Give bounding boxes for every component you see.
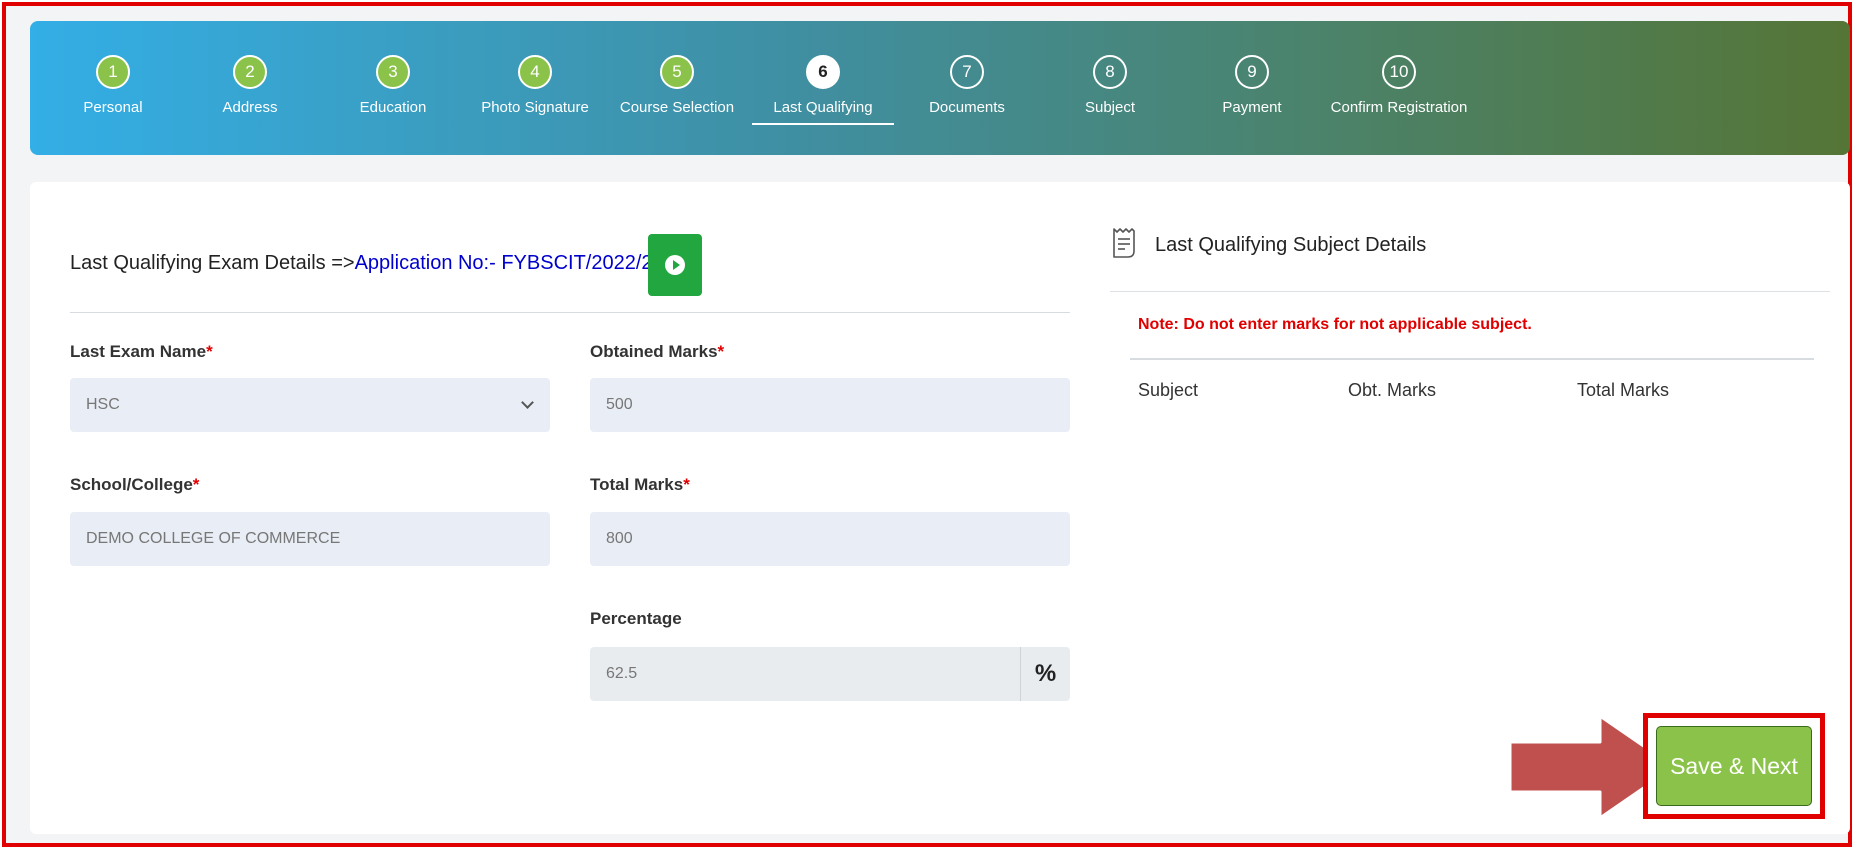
receipt-icon — [1113, 228, 1135, 258]
step-label: Documents — [929, 99, 1005, 116]
step-number: 10 — [1382, 55, 1416, 89]
step-number: 2 — [233, 55, 267, 89]
step-course-selection[interactable]: 5 Course Selection — [602, 55, 752, 116]
label-text: Last Exam Name — [70, 342, 207, 361]
step-payment[interactable]: 9 Payment — [1177, 55, 1327, 116]
application-number: Application No:- FYBSCIT/2022/23/1 — [354, 252, 681, 274]
step-number: 1 — [96, 55, 130, 89]
obtained-marks-input[interactable]: 500 — [590, 378, 1070, 432]
subject-section-title: Last Qualifying Subject Details — [1155, 234, 1427, 256]
label-text: Percentage — [590, 609, 682, 628]
step-subject[interactable]: 8 Subject — [1035, 55, 1185, 116]
active-step-underline — [752, 123, 894, 125]
column-header-obt-marks: Obt. Marks — [1348, 380, 1437, 400]
input-value: 800 — [606, 530, 633, 547]
step-label: Course Selection — [619, 99, 735, 116]
exam-section-heading: Last Qualifying Exam Details => — [70, 252, 355, 274]
save-and-next-button[interactable]: Save & Next — [1656, 726, 1812, 806]
total-marks-label: Total Marks* — [590, 475, 690, 495]
percentage-input: 62.5 % — [590, 647, 1070, 701]
page-frame: 1 Personal 2 Address 3 Education 4 Photo… — [2, 2, 1852, 847]
step-label: Payment — [1222, 99, 1282, 116]
step-label: Education — [359, 99, 427, 116]
label-text: School/College — [70, 475, 193, 494]
total-marks-input[interactable]: 800 — [590, 512, 1070, 566]
step-education[interactable]: 3 Education — [318, 55, 468, 116]
school-college-label: School/College* — [70, 475, 199, 495]
step-documents[interactable]: 7 Documents — [892, 55, 1042, 116]
step-label: Personal — [83, 99, 143, 116]
step-label: Subject — [1084, 99, 1136, 116]
last-exam-name-label: Last Exam Name* — [70, 342, 213, 362]
school-college-input[interactable]: DEMO COLLEGE OF COMMERCE — [70, 512, 550, 566]
step-number: 4 — [518, 55, 552, 89]
step-label: Address — [222, 99, 278, 116]
divider — [70, 312, 1070, 313]
required-asterisk: * — [683, 475, 690, 494]
step-number: 5 — [660, 55, 694, 89]
column-header-total-marks: Total Marks — [1577, 380, 1670, 400]
step-number: 8 — [1093, 55, 1127, 89]
step-label: Photo Signature — [481, 99, 589, 116]
percentage-label: Percentage — [590, 609, 682, 629]
step-confirm-registration[interactable]: 10 Confirm Registration — [1324, 55, 1474, 116]
registration-stepper: 1 Personal 2 Address 3 Education 4 Photo… — [30, 21, 1850, 155]
input-value: 500 — [606, 396, 633, 413]
step-last-qualifying[interactable]: 6 Last Qualifying — [748, 55, 898, 125]
step-number: 3 — [376, 55, 410, 89]
step-address[interactable]: 2 Address — [175, 55, 325, 116]
save-button-highlight: Save & Next — [1643, 713, 1825, 819]
column-header-subject: Subject — [1138, 380, 1199, 400]
percent-addon: % — [1020, 647, 1070, 701]
divider — [1130, 358, 1814, 360]
step-personal[interactable]: 1 Personal — [38, 55, 188, 116]
last-exam-name-select[interactable]: HSC — [70, 378, 550, 432]
percentage-value: 62.5 — [606, 665, 638, 682]
label-text: Total Marks — [590, 475, 684, 494]
label-text: Obtained Marks — [590, 342, 718, 361]
divider — [1110, 291, 1830, 292]
select-value: HSC — [86, 396, 120, 413]
obtained-marks-label: Obtained Marks* — [590, 342, 724, 362]
required-asterisk: * — [206, 342, 213, 361]
play-circle-icon — [665, 255, 685, 275]
required-asterisk: * — [192, 475, 200, 494]
step-number: 7 — [950, 55, 984, 89]
step-label: Confirm Registration — [1330, 99, 1468, 116]
play-button[interactable] — [648, 234, 702, 296]
chevron-down-icon — [521, 396, 534, 409]
step-photo-signature[interactable]: 4 Photo Signature — [460, 55, 610, 116]
input-value: DEMO COLLEGE OF COMMERCE — [86, 530, 341, 547]
step-number: 9 — [1235, 55, 1269, 89]
subject-note: Note: Do not enter marks for not applica… — [1138, 316, 1532, 333]
required-asterisk: * — [717, 342, 725, 361]
exam-section-title: Last Qualifying Exam Details =>Applicati… — [70, 252, 680, 275]
step-number: 6 — [806, 55, 840, 89]
step-label: Last Qualifying — [773, 99, 873, 116]
